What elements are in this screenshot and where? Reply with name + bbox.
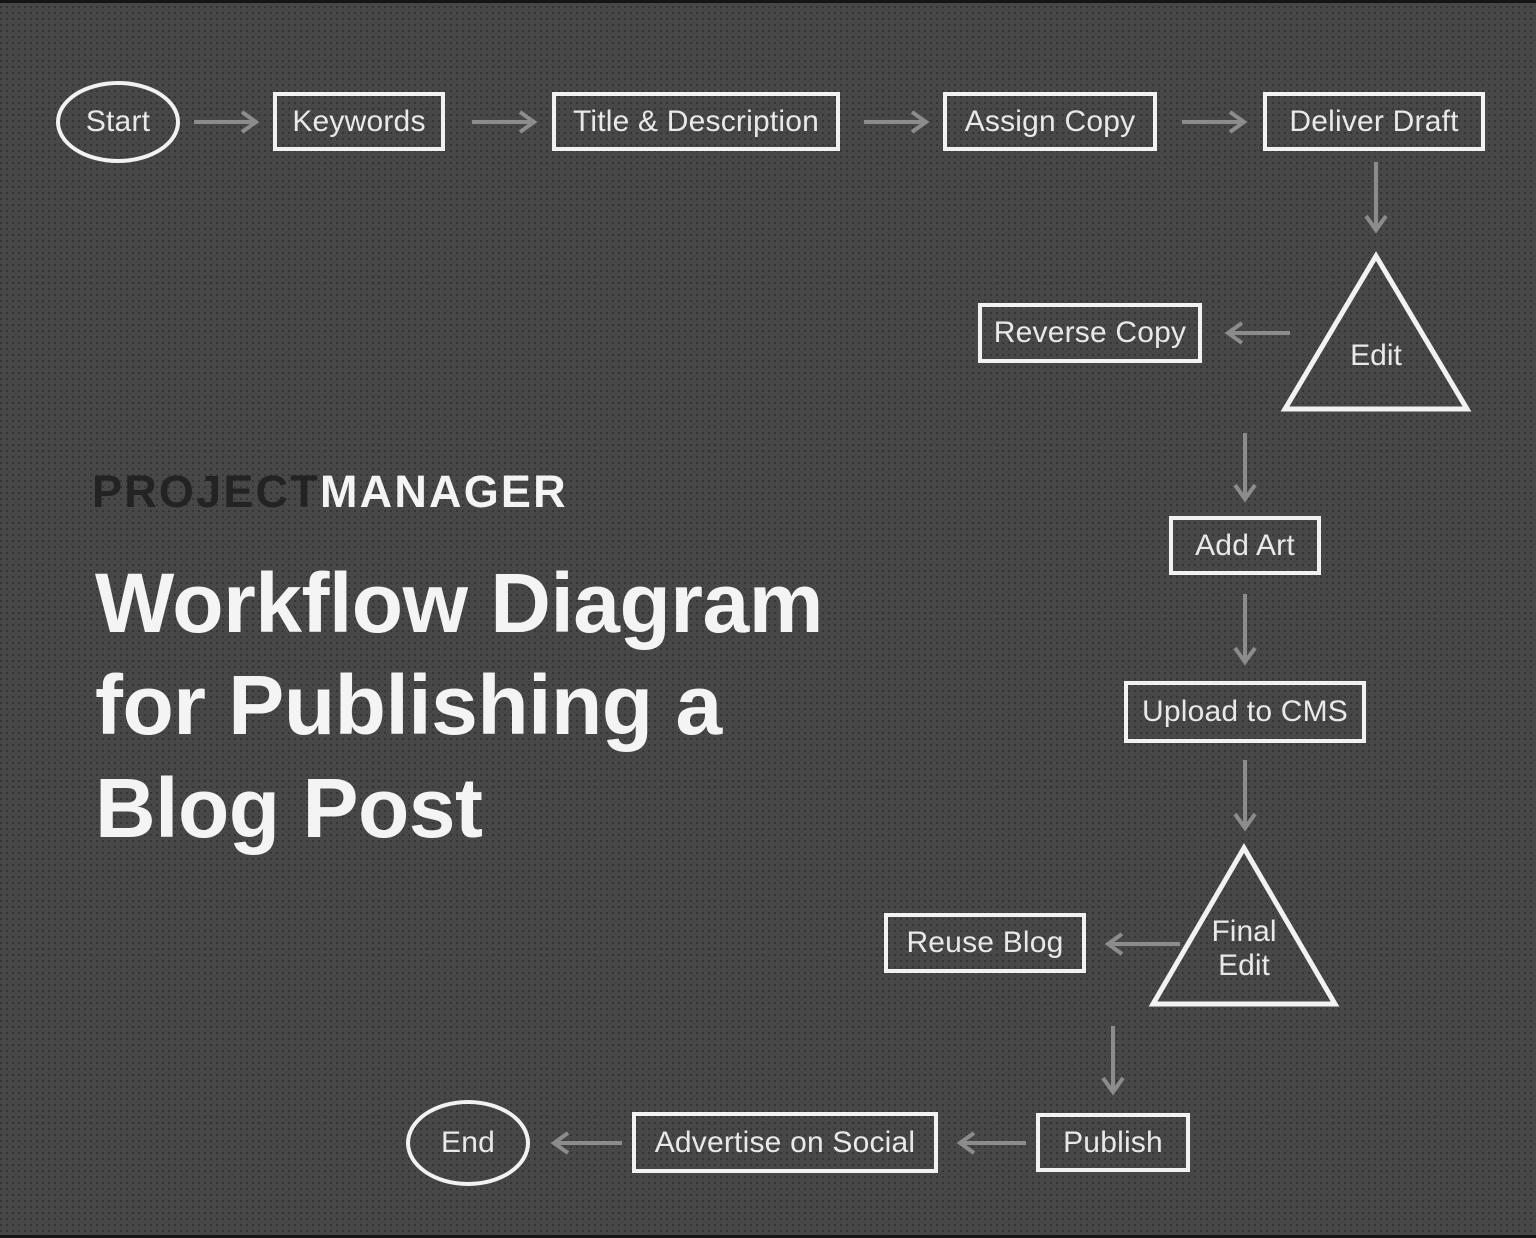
node-deliver-draft[interactable]: Deliver Draft: [1263, 92, 1485, 151]
triangle-shape-edit: [1280, 251, 1472, 412]
node-add-art[interactable]: Add Art: [1169, 516, 1321, 575]
node-reuse-blog-label: Reuse Blog: [906, 926, 1064, 960]
node-title-description[interactable]: Title & Description: [552, 92, 840, 151]
top-edge-band: [0, 0, 1536, 3]
node-final-edit-label: Final Edit: [1211, 915, 1277, 982]
node-assign-copy[interactable]: Assign Copy: [943, 92, 1157, 151]
node-reuse-blog[interactable]: Reuse Blog: [884, 913, 1086, 973]
workflow-diagram-canvas: PROJECTMANAGER Workflow Diagram for Publ…: [0, 0, 1536, 1238]
page-title: Workflow Diagram for Publishing a Blog P…: [95, 556, 823, 855]
edge-final-edit-to-publish: [1099, 1024, 1127, 1104]
node-start[interactable]: Start: [56, 81, 180, 163]
node-reverse-copy-label: Reverse Copy: [993, 316, 1187, 350]
node-title-description-label: Title & Description: [572, 104, 820, 138]
brand-logo: PROJECTMANAGER: [92, 466, 568, 518]
node-upload-to-cms[interactable]: Upload to CMS: [1124, 681, 1366, 743]
edge-start-to-keywords: [192, 108, 266, 136]
node-deliver-draft-label: Deliver Draft: [1289, 104, 1459, 138]
node-keywords[interactable]: Keywords: [273, 92, 445, 151]
brand-word-project: PROJECT: [92, 466, 320, 517]
edge-add-art-to-upload-to-cms: [1231, 592, 1259, 672]
node-publish-label: Publish: [1063, 1125, 1163, 1159]
brand-word-manager: MANAGER: [319, 466, 568, 517]
node-final-edit[interactable]: Final Edit: [1148, 843, 1340, 1009]
edge-assign-copy-to-deliver-draft: [1180, 108, 1254, 136]
edge-deliver-draft-to-edit: [1362, 160, 1390, 240]
edge-keywords-to-title-description: [470, 108, 544, 136]
node-add-art-label: Add Art: [1195, 528, 1295, 562]
edge-advertise-on-social-to-end: [542, 1129, 624, 1157]
node-reverse-copy[interactable]: Reverse Copy: [978, 303, 1202, 363]
node-upload-to-cms-label: Upload to CMS: [1141, 695, 1349, 729]
node-end[interactable]: End: [406, 1100, 530, 1186]
edge-publish-to-advertise-on-social: [948, 1129, 1028, 1157]
node-assign-copy-label: Assign Copy: [964, 104, 1136, 138]
node-keywords-label: Keywords: [292, 104, 426, 138]
node-edit[interactable]: Edit: [1280, 251, 1472, 414]
edge-upload-to-cms-to-final-edit: [1231, 758, 1259, 838]
node-advertise-on-social[interactable]: Advertise on Social: [632, 1112, 938, 1173]
edge-edit-to-add-art: [1231, 431, 1259, 509]
edge-title-description-to-assign-copy: [862, 108, 936, 136]
node-advertise-on-social-label: Advertise on Social: [654, 1125, 916, 1159]
node-publish[interactable]: Publish: [1036, 1113, 1190, 1172]
node-edit-label: Edit: [1350, 339, 1402, 372]
node-start-label: Start: [85, 105, 151, 139]
node-end-label: End: [441, 1126, 495, 1160]
